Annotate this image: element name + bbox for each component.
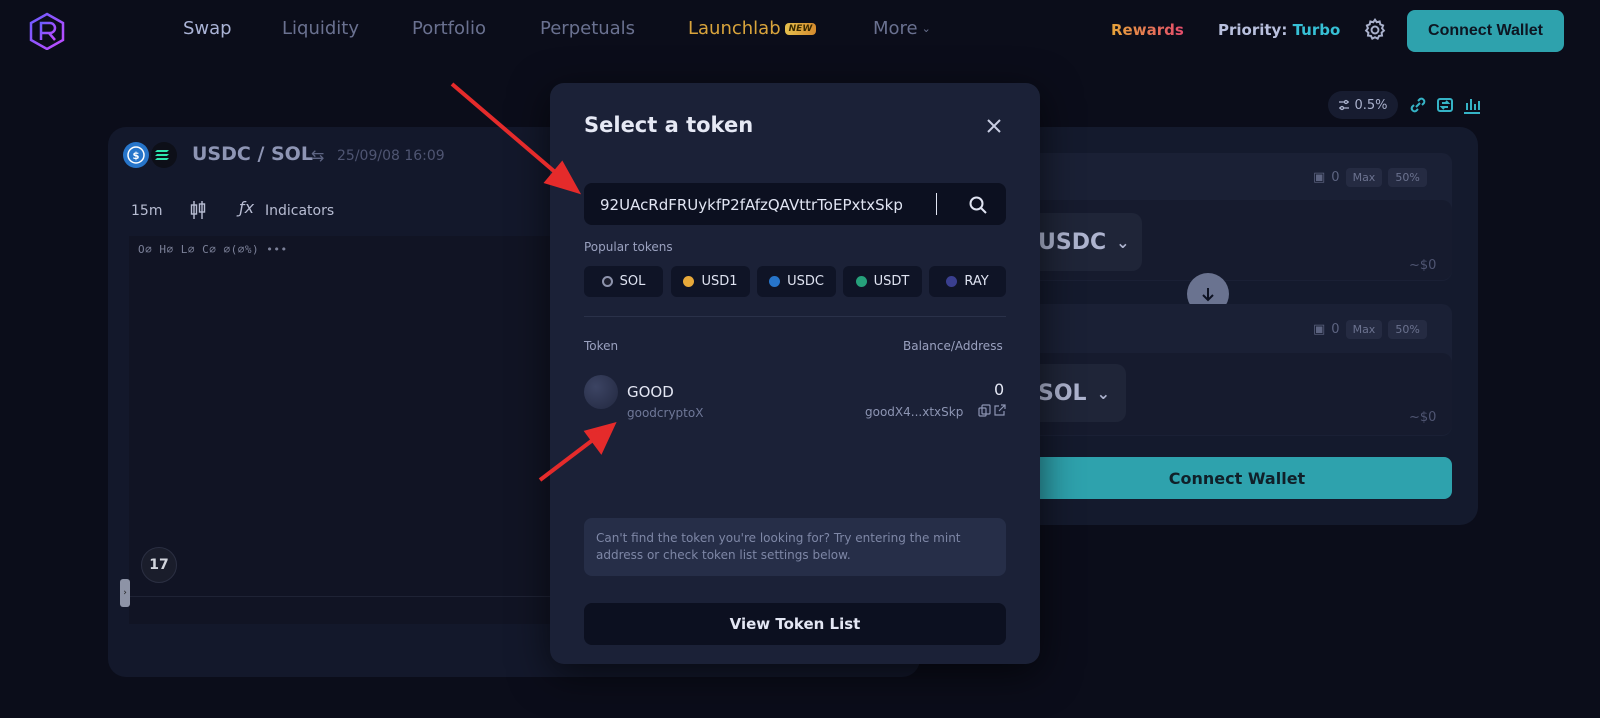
popular-tokens-label: Popular tokens bbox=[584, 240, 673, 254]
ray-token-icon bbox=[946, 276, 958, 287]
popular-token-usdt[interactable]: USDT bbox=[843, 266, 922, 297]
close-icon[interactable] bbox=[982, 114, 1006, 138]
popular-token-label: SOL bbox=[619, 274, 646, 289]
column-token-header: Token bbox=[584, 339, 619, 353]
modal-divider bbox=[584, 316, 1006, 317]
collapse-handle[interactable]: › bbox=[120, 579, 130, 607]
external-link-icon[interactable] bbox=[993, 404, 1006, 417]
usdc-token-icon bbox=[769, 276, 781, 287]
popular-token-sol[interactable]: SOL bbox=[584, 266, 663, 297]
chart-bars-icon[interactable] bbox=[1461, 94, 1483, 116]
priority-value: Turbo bbox=[1292, 21, 1341, 39]
popular-token-label: USD1 bbox=[701, 274, 738, 289]
chart-canvas[interactable] bbox=[129, 236, 553, 624]
from-half-button[interactable]: 50% bbox=[1388, 168, 1427, 187]
chevron-down-icon: ⌄ bbox=[921, 22, 931, 35]
token-search-input[interactable] bbox=[600, 193, 940, 217]
nav-portfolio[interactable]: Portfolio bbox=[412, 18, 486, 39]
token-not-found-hint: Can't find the token you're looking for?… bbox=[584, 518, 1006, 576]
indicators-button[interactable]: Indicators bbox=[265, 203, 334, 219]
popular-token-usd1[interactable]: USD1 bbox=[671, 266, 750, 297]
sol-token-icon bbox=[601, 276, 613, 287]
popular-token-label: USDC bbox=[787, 274, 824, 289]
to-half-button[interactable]: 50% bbox=[1388, 320, 1427, 339]
from-usd-value: ~$0 bbox=[1409, 258, 1437, 273]
nav-swap[interactable]: Swap bbox=[183, 18, 232, 39]
rewards-link[interactable]: Rewards bbox=[1111, 21, 1184, 39]
pair-timestamp: 25/09/08 16:09 bbox=[337, 148, 445, 164]
wallet-icon: ▣ bbox=[1313, 322, 1326, 337]
select-token-modal bbox=[550, 83, 1040, 664]
from-token-select[interactable]: USDC ⌄ bbox=[1022, 213, 1142, 271]
nav-more[interactable]: More ⌄ bbox=[873, 18, 931, 39]
modal-title: Select a token bbox=[584, 113, 754, 137]
nav-launchlab[interactable]: Launchlab NEW bbox=[688, 18, 817, 39]
result-token-symbol: GOOD bbox=[627, 383, 674, 401]
more-dots-icon[interactable]: ••• bbox=[266, 243, 287, 256]
priority-setting[interactable]: Priority: Turbo bbox=[1218, 21, 1340, 39]
ohlc-values: O∅ H∅ L∅ C∅ ∅(∅%) bbox=[138, 243, 260, 256]
to-balance-row: ▣ 0 Max 50% bbox=[1313, 320, 1427, 339]
indicators-icon[interactable]: ƒx bbox=[239, 198, 254, 217]
arrow-down-icon bbox=[1202, 288, 1214, 302]
text-caret bbox=[936, 193, 937, 215]
raydium-logo-icon[interactable] bbox=[27, 12, 67, 50]
search-icon[interactable] bbox=[968, 195, 988, 215]
top-navbar: Swap Liquidity Portfolio Perpetuals Laun… bbox=[0, 0, 1600, 62]
nav-perpetuals[interactable]: Perpetuals bbox=[540, 18, 635, 39]
column-balance-header: Balance/Address bbox=[903, 339, 1003, 353]
svg-text:$: $ bbox=[133, 151, 140, 162]
to-token-symbol: SOL bbox=[1038, 380, 1087, 406]
view-token-list-button[interactable]: View Token List bbox=[584, 603, 1006, 645]
candlestick-icon[interactable] bbox=[189, 199, 207, 221]
to-usd-value: ~$0 bbox=[1409, 410, 1437, 425]
usdt-token-icon bbox=[855, 276, 867, 287]
new-badge: NEW bbox=[784, 23, 817, 35]
nav-liquidity[interactable]: Liquidity bbox=[282, 18, 359, 39]
usd1-token-icon bbox=[683, 276, 695, 287]
result-token-balance: 0 bbox=[994, 380, 1005, 399]
sliders-icon bbox=[1339, 99, 1350, 111]
good-token-avatar bbox=[584, 375, 618, 409]
from-max-button[interactable]: Max bbox=[1345, 168, 1383, 187]
link-icon[interactable] bbox=[1407, 94, 1429, 116]
pair-token-icons: $ bbox=[123, 142, 177, 168]
refresh-icon[interactable] bbox=[1434, 94, 1456, 116]
slippage-setting[interactable]: 0.5% bbox=[1328, 91, 1398, 119]
popular-token-usdc[interactable]: USDC bbox=[757, 266, 836, 297]
tradingview-logo[interactable]: 17 bbox=[141, 547, 177, 583]
wallet-icon: ▣ bbox=[1313, 170, 1326, 185]
ohlc-readout: O∅ H∅ L∅ C∅ ∅(∅%) ••• bbox=[138, 243, 288, 256]
chevron-down-icon: ⌄ bbox=[1096, 383, 1110, 403]
nav-more-label: More bbox=[873, 18, 918, 39]
from-balance-row: ▣ 0 Max 50% bbox=[1313, 168, 1427, 187]
from-balance: 0 bbox=[1331, 170, 1340, 185]
gear-icon[interactable] bbox=[1362, 17, 1388, 43]
slippage-value: 0.5% bbox=[1354, 97, 1388, 113]
to-max-button[interactable]: Max bbox=[1345, 320, 1383, 339]
result-token-address: goodX4...xtxSkp bbox=[865, 405, 964, 419]
popular-token-label: USDT bbox=[873, 274, 910, 289]
to-balance: 0 bbox=[1331, 322, 1340, 337]
timeframe-selector[interactable]: 15m bbox=[131, 203, 162, 219]
popular-token-ray[interactable]: RAY bbox=[929, 266, 1006, 297]
popular-token-label: RAY bbox=[964, 274, 989, 289]
connect-wallet-button[interactable]: Connect Wallet bbox=[1407, 10, 1564, 52]
pair-title: USDC / SOL bbox=[192, 143, 313, 165]
chart-divider bbox=[129, 596, 553, 597]
connect-wallet-main-button[interactable]: Connect Wallet bbox=[1022, 457, 1452, 499]
result-token-name: goodcryptoX bbox=[627, 406, 704, 420]
swap-pair-icon[interactable]: ⇆ bbox=[311, 146, 324, 165]
nav-launchlab-label: Launchlab bbox=[688, 18, 781, 39]
from-token-symbol: USDC bbox=[1038, 229, 1107, 255]
copy-icon[interactable] bbox=[978, 404, 991, 417]
chevron-down-icon: ⌄ bbox=[1116, 232, 1130, 252]
priority-label: Priority: bbox=[1218, 21, 1288, 39]
